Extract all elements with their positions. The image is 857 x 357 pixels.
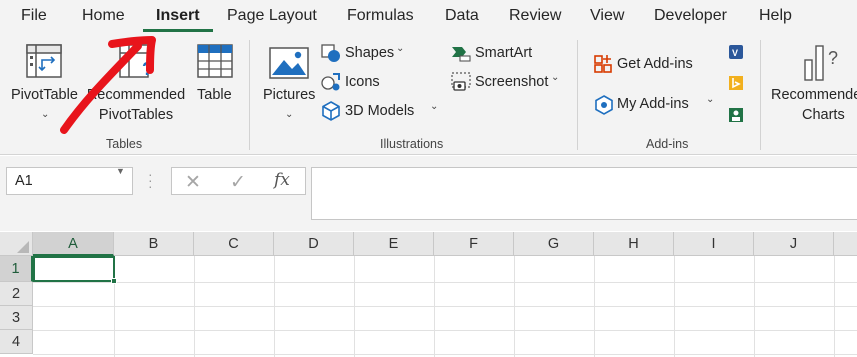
- svg-text:V: V: [732, 48, 738, 58]
- gridline: [354, 256, 355, 357]
- my-addins-label: My Add-ins: [617, 96, 689, 112]
- store-grid-icon: [594, 55, 612, 73]
- chevron-down-icon: ⌄: [551, 72, 560, 83]
- fill-handle[interactable]: [111, 278, 117, 284]
- cancel-icon[interactable]: ✕: [185, 171, 201, 194]
- active-cell-a1[interactable]: [33, 256, 115, 282]
- gridline: [33, 306, 857, 307]
- gridline: [514, 256, 515, 357]
- pictures-label: Pictures: [263, 87, 316, 103]
- row-header-1[interactable]: 1: [0, 256, 33, 282]
- drag-handle-icon[interactable]: · · ·: [148, 167, 153, 193]
- svg-text:?: ?: [142, 59, 153, 79]
- column-header-h[interactable]: H: [594, 232, 674, 256]
- column-header-a[interactable]: A: [33, 232, 114, 256]
- column-header-b[interactable]: B: [114, 232, 194, 256]
- gridline: [33, 354, 857, 355]
- gridline: [594, 256, 595, 357]
- gridline: [33, 330, 857, 331]
- tab-view[interactable]: View: [590, 7, 624, 25]
- screenshot-label: Screenshot: [475, 74, 549, 90]
- 3d-models-label: 3D Models: [345, 103, 415, 119]
- chevron-down-icon: ⌄: [430, 101, 439, 112]
- group-label-addins: Add-ins: [646, 137, 689, 151]
- cube-3d-icon: [322, 101, 340, 121]
- tab-page-layout[interactable]: Page Layout: [227, 7, 317, 25]
- column-header-c[interactable]: C: [194, 232, 274, 256]
- column-header-j[interactable]: J: [754, 232, 834, 256]
- screenshot-icon: [451, 72, 471, 91]
- tab-data[interactable]: Data: [445, 7, 479, 25]
- gridline: [194, 256, 195, 357]
- ribbon: PivotTable ⌄ ? Recommended PivotTables T…: [0, 34, 857, 155]
- formula-bar: A1 ▼ · · · ✕ ✓ fx: [0, 156, 857, 231]
- icons-label: Icons: [345, 74, 380, 90]
- people-graph-icon[interactable]: [727, 106, 745, 124]
- select-all-triangle-icon: [17, 241, 29, 253]
- bing-maps-icon[interactable]: [727, 74, 745, 92]
- group-separator: [577, 40, 578, 150]
- group-separator: [760, 40, 761, 150]
- gridline: [834, 256, 835, 357]
- pictures-icon: [269, 47, 309, 79]
- recommended-charts-label-line1: Recommended: [771, 87, 857, 103]
- recommended-charts-icon: ?: [804, 45, 838, 81]
- tab-developer[interactable]: Developer: [654, 7, 727, 25]
- chevron-down-icon: ⌄: [396, 43, 405, 54]
- table-icon: [197, 44, 233, 78]
- pivottable-icon: [26, 44, 62, 78]
- row-header-2[interactable]: 2: [0, 282, 33, 306]
- chevron-down-icon: ⌄: [706, 94, 715, 105]
- get-addins-label: Get Add-ins: [617, 56, 693, 72]
- visio-addin-icon[interactable]: V: [727, 43, 745, 61]
- tab-home[interactable]: Home: [82, 7, 125, 25]
- formula-input[interactable]: [311, 167, 857, 220]
- column-header-d[interactable]: D: [274, 232, 354, 256]
- shapes-label: Shapes: [345, 45, 395, 61]
- gridline: [754, 256, 755, 357]
- recommended-pivottables-label-line2: PivotTables: [98, 107, 174, 123]
- shapes-icon: [321, 44, 340, 62]
- tab-review[interactable]: Review: [509, 7, 561, 25]
- recommended-pivottables-label-line1: Recommended: [86, 87, 186, 103]
- name-box[interactable]: A1: [6, 167, 133, 195]
- insert-function-icon[interactable]: fx: [274, 170, 290, 190]
- svg-text:?: ?: [828, 48, 838, 68]
- enter-check-icon[interactable]: ✓: [230, 171, 246, 194]
- chevron-down-icon: ⌄: [285, 109, 294, 120]
- tab-insert[interactable]: Insert: [156, 7, 200, 25]
- recommended-charts-label-line2: Charts: [802, 107, 845, 123]
- name-box-dropdown-icon[interactable]: ▼: [116, 166, 125, 176]
- tab-file[interactable]: File: [21, 7, 47, 25]
- my-addins-icon: [595, 95, 613, 115]
- recommended-pivottables-icon: ?: [119, 44, 153, 79]
- row-header-3[interactable]: 3: [0, 306, 33, 330]
- gridline: [274, 256, 275, 357]
- gridline: [33, 282, 857, 283]
- icons-icon: [321, 73, 340, 91]
- spreadsheet-grid: A B C D E F G H I J 1 2 3 4: [0, 232, 857, 357]
- group-label-illustrations: Illustrations: [380, 137, 444, 151]
- select-all-corner[interactable]: [0, 232, 33, 256]
- active-tab-indicator: [143, 29, 213, 32]
- column-header-e[interactable]: E: [354, 232, 434, 256]
- row-header-4[interactable]: 4: [0, 330, 33, 354]
- pivottable-label: PivotTable: [11, 87, 78, 103]
- group-label-tables: Tables: [106, 137, 143, 151]
- smartart-icon: [452, 47, 471, 62]
- column-header-f[interactable]: F: [434, 232, 514, 256]
- smartart-label: SmartArt: [475, 45, 533, 61]
- chevron-down-icon: ⌄: [41, 109, 50, 120]
- column-header-partial[interactable]: [834, 232, 857, 256]
- table-label: Table: [197, 87, 232, 103]
- column-header-g[interactable]: G: [514, 232, 594, 256]
- column-header-i[interactable]: I: [674, 232, 754, 256]
- gridline: [434, 256, 435, 357]
- group-separator: [249, 40, 250, 150]
- gridline: [674, 256, 675, 357]
- ribbon-tab-bar: File Home Insert Page Layout Formulas Da…: [0, 0, 857, 34]
- tab-help[interactable]: Help: [759, 7, 792, 25]
- tab-formulas[interactable]: Formulas: [347, 7, 414, 25]
